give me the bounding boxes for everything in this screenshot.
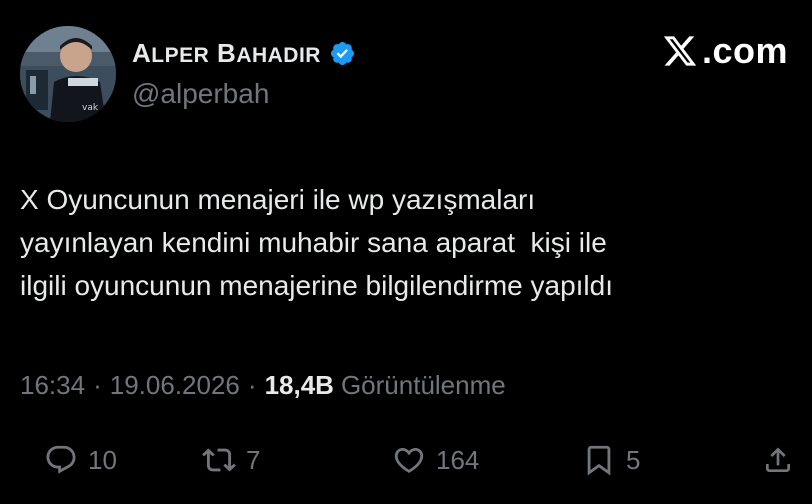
svg-text:vak: vak [82,103,99,113]
repost-icon [202,443,236,477]
views-label: Görüntülenme [340,370,506,400]
tweet-text-line: yayınlayan kendini muhabir sana aparat k… [20,227,607,258]
author-name-row: ALPER BAHADIR [132,36,356,70]
avatar[interactable]: vak [20,26,116,122]
source-brand: .com [660,30,788,72]
bookmark-button[interactable]: 5 [582,438,640,482]
tweet-card: vak ALPER BAHADIR @alperbah .com X Oyunc… [0,0,812,504]
author-handle[interactable]: @alperbah [132,78,269,110]
share-button[interactable] [762,438,794,482]
x-logo-icon [660,33,700,69]
meta-separator: · [247,370,257,400]
bookmark-count: 5 [626,444,641,475]
heart-icon [392,443,426,477]
reply-count: 10 [88,444,117,475]
reply-button[interactable]: 10 [44,438,117,482]
tweet-time[interactable]: 16:34 [20,370,85,401]
repost-count: 7 [246,444,261,475]
reply-icon [44,443,78,477]
tweet-text: X Oyuncunun menajeri ile wp yazışmaları … [20,178,800,307]
author-display-name[interactable]: ALPER BAHADIR [132,38,321,69]
like-button[interactable]: 164 [392,438,479,482]
tweet-text-line: ilgili oyuncunun menajerine bilgilendirm… [20,270,614,301]
tweet-date[interactable]: 19.06.2026 [110,370,240,401]
verified-badge-icon [329,40,356,67]
bookmark-icon [582,443,616,477]
meta-separator: · [93,370,102,400]
repost-button[interactable]: 7 [202,438,260,482]
action-bar: 10 7 164 5 [0,438,812,482]
brand-text: .com [701,30,788,71]
views-count[interactable]: 18,4B [265,370,334,401]
tweet-text-line: X Oyuncunun menajeri ile wp yazışmaları [20,184,536,215]
like-count: 164 [436,444,480,475]
tweet-meta: 16:34 · 19.06.2026 · 18,4B Görüntülenme [20,370,506,401]
share-icon [762,444,794,476]
